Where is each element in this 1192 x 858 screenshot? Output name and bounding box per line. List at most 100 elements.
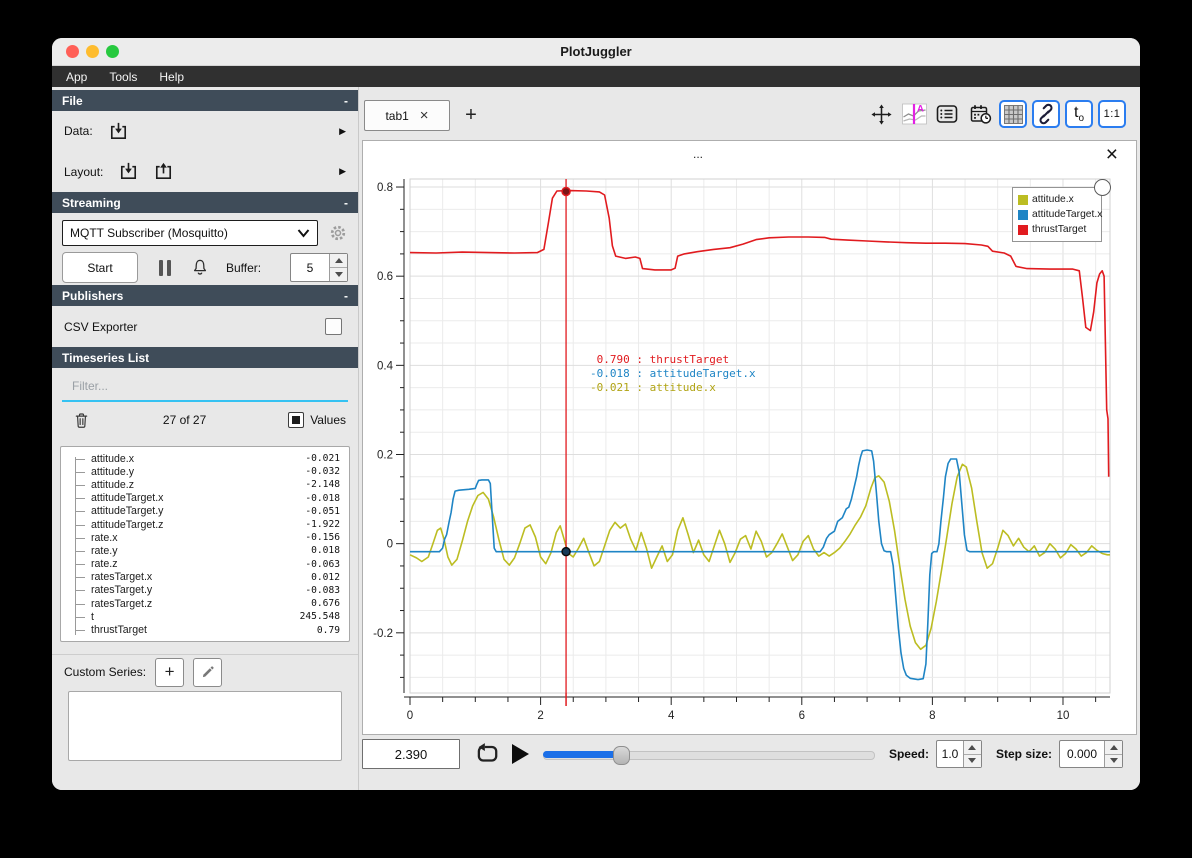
window-titlebar[interactable]: PlotJuggler bbox=[52, 38, 1140, 66]
buffer-increment-button[interactable] bbox=[330, 254, 347, 268]
tab-bar: tab1 × + A to 1:1 bbox=[359, 87, 1140, 140]
csv-exporter-checkbox[interactable] bbox=[325, 318, 342, 335]
timeseries-section-title: Timeseries List bbox=[62, 350, 150, 365]
step-size-spinbox[interactable]: 0.000 bbox=[1059, 740, 1123, 768]
cursor-readout-line: -0.021 : attitude.x bbox=[590, 381, 716, 394]
tab-label: tab1 bbox=[385, 108, 409, 123]
play-button[interactable] bbox=[512, 744, 529, 764]
timeseries-row[interactable]: rate.y 0.018 bbox=[61, 544, 349, 557]
buffer-label: Buffer: bbox=[226, 260, 262, 275]
step-decrement-button[interactable] bbox=[1105, 754, 1122, 767]
legend-item[interactable]: attitude.x bbox=[1018, 192, 1096, 207]
start-streaming-button[interactable]: Start bbox=[62, 252, 138, 283]
file-section-title: File bbox=[62, 93, 83, 108]
section-header-publishers[interactable]: Publishers - bbox=[52, 285, 358, 306]
zoom-window-button[interactable] bbox=[106, 45, 119, 58]
legend-item[interactable]: thrustTarget bbox=[1018, 222, 1096, 237]
filter-input[interactable]: Filter... bbox=[62, 375, 348, 402]
timeseries-row[interactable]: rate.z -0.063 bbox=[61, 558, 349, 571]
section-header-file[interactable]: File - bbox=[52, 90, 358, 111]
legend-item[interactable]: attitudeTarget.x bbox=[1018, 207, 1102, 222]
ratio-1-1-button[interactable]: 1:1 bbox=[1098, 100, 1126, 128]
buffer-decrement-button[interactable] bbox=[330, 268, 347, 281]
add-custom-series-button[interactable]: + bbox=[155, 657, 185, 687]
streaming-settings-gear-icon[interactable] bbox=[328, 223, 348, 243]
timeseries-row[interactable]: attitudeTarget.y -0.051 bbox=[61, 505, 349, 518]
edit-custom-series-button[interactable] bbox=[193, 657, 223, 687]
chevron-down-icon bbox=[297, 228, 310, 238]
timeseries-row[interactable]: rate.x -0.156 bbox=[61, 531, 349, 544]
timeseries-row[interactable]: ratesTarget.z 0.676 bbox=[61, 597, 349, 610]
legend-toggle-circle[interactable] bbox=[1094, 179, 1111, 196]
plot-legend[interactable]: attitude.x attitudeTarget.x thrustTarget bbox=[1012, 187, 1102, 242]
y-tick-label: 0.6 bbox=[377, 271, 393, 283]
minimize-window-button[interactable] bbox=[86, 45, 99, 58]
grid-icon bbox=[1003, 104, 1023, 124]
x-tick-label: 4 bbox=[668, 710, 675, 722]
buffer-spinbox[interactable]: 5 bbox=[290, 253, 348, 282]
timeseries-row[interactable]: attitude.y -0.032 bbox=[61, 465, 349, 478]
menu-tools[interactable]: Tools bbox=[109, 70, 137, 84]
tab-close-icon[interactable]: × bbox=[420, 108, 429, 123]
grid-layout-button[interactable] bbox=[999, 100, 1027, 128]
timeseries-row[interactable]: attitudeTarget.x -0.018 bbox=[61, 492, 349, 505]
plot-close-icon[interactable]: × bbox=[1106, 143, 1118, 167]
link-axes-button[interactable] bbox=[1032, 100, 1060, 128]
collapse-icon[interactable]: - bbox=[344, 94, 348, 108]
menu-app[interactable]: App bbox=[66, 70, 87, 84]
loop-playback-button[interactable] bbox=[474, 742, 500, 766]
cursor-readout-line: 0.790 : thrustTarget bbox=[590, 353, 730, 366]
slider-handle[interactable] bbox=[613, 746, 631, 765]
data-menu-arrow-icon[interactable]: ▶ bbox=[339, 126, 346, 137]
plot-title: ... bbox=[692, 147, 703, 161]
plot-toolbar: A to 1:1 bbox=[867, 100, 1126, 128]
speed-spinbox[interactable]: 1.0 bbox=[935, 740, 982, 768]
load-data-icon[interactable] bbox=[107, 120, 130, 143]
current-time-field[interactable]: 2.390 bbox=[362, 739, 460, 769]
speed-label: Speed: bbox=[888, 747, 929, 761]
datetime-button[interactable] bbox=[966, 100, 994, 128]
time-slider[interactable] bbox=[543, 744, 875, 765]
timeseries-value: 0.018 bbox=[311, 545, 340, 557]
timeseries-row[interactable]: thrustTarget 0.79 bbox=[61, 623, 349, 636]
menu-help[interactable]: Help bbox=[159, 70, 184, 84]
load-layout-icon[interactable] bbox=[117, 160, 140, 183]
notifications-bell-icon[interactable] bbox=[190, 257, 210, 278]
timeseries-row[interactable]: t 245.548 bbox=[61, 610, 349, 623]
cursor-readout: 0.790 : thrustTarget -0.018 : attitudeTar… bbox=[590, 353, 756, 395]
legend-swatch bbox=[1018, 209, 1028, 220]
collapse-icon[interactable]: - bbox=[344, 196, 348, 210]
timeseries-row[interactable]: ratesTarget.x 0.012 bbox=[61, 571, 349, 584]
save-layout-icon[interactable] bbox=[152, 160, 175, 183]
cursor-readout-line: -0.018 : attitudeTarget.x bbox=[590, 367, 756, 380]
tracker-icon: A bbox=[901, 104, 927, 125]
y-tick-label: -0.2 bbox=[373, 628, 393, 640]
layout-menu-arrow-icon[interactable]: ▶ bbox=[339, 166, 346, 177]
new-tab-button[interactable]: + bbox=[460, 103, 482, 127]
pause-icon[interactable] bbox=[159, 259, 171, 276]
speed-decrement-button[interactable] bbox=[963, 754, 981, 767]
section-header-streaming[interactable]: Streaming - bbox=[52, 192, 358, 213]
calendar-clock-icon bbox=[970, 105, 991, 124]
cursor-tracker-button[interactable]: A bbox=[900, 100, 928, 128]
timeseries-row[interactable]: attitudeTarget.z -1.922 bbox=[61, 518, 349, 531]
time-offset-button[interactable]: to bbox=[1065, 100, 1093, 128]
section-header-timeseries[interactable]: Timeseries List bbox=[52, 347, 358, 368]
timeseries-row[interactable]: attitude.x -0.021 bbox=[61, 452, 349, 465]
collapse-icon[interactable]: - bbox=[344, 289, 348, 303]
plus-icon: + bbox=[164, 662, 175, 681]
streaming-source-select[interactable]: MQTT Subscriber (Mosquitto) bbox=[62, 220, 318, 246]
tab-tab1[interactable]: tab1 × bbox=[364, 100, 450, 131]
custom-series-list[interactable] bbox=[68, 691, 342, 761]
step-increment-button[interactable] bbox=[1105, 741, 1122, 755]
app-window: PlotJuggler App Tools Help File - Data: … bbox=[52, 38, 1140, 790]
values-checkbox[interactable] bbox=[288, 412, 305, 428]
timeseries-row[interactable]: attitude.z -2.148 bbox=[61, 478, 349, 491]
timeseries-row[interactable]: ratesTarget.y -0.083 bbox=[61, 584, 349, 597]
close-window-button[interactable] bbox=[66, 45, 79, 58]
legend-label: attitude.x bbox=[1032, 194, 1074, 205]
pan-zoom-arrows-button[interactable] bbox=[867, 100, 895, 128]
speed-increment-button[interactable] bbox=[963, 741, 981, 755]
plot-list-button[interactable] bbox=[933, 100, 961, 128]
x-tick-label: 10 bbox=[1057, 710, 1070, 722]
